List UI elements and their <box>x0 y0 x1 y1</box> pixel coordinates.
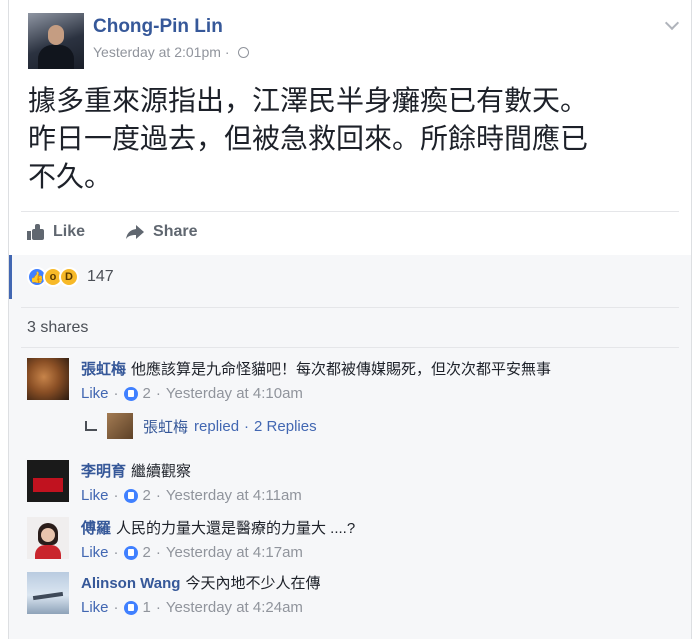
post-actions: Like Share <box>27 220 197 244</box>
like-count-icon <box>123 600 138 615</box>
comment-author[interactable]: 傅羅 <box>81 520 111 537</box>
avatar <box>107 413 133 439</box>
like-count-icon <box>123 488 138 503</box>
post-meta: Yesterday at 2:01pm · <box>93 44 249 60</box>
haha-reaction-icon: D <box>59 267 79 287</box>
comment-like-button[interactable]: Like <box>81 544 109 561</box>
post-text: 據多重來源指出，江澤民半身癱瘓已有數天。 昨日一度過去，但被急救回來。所餘時間應… <box>28 82 678 196</box>
avatar[interactable] <box>27 572 69 614</box>
share-button[interactable]: Share <box>125 220 197 244</box>
comment-like-button[interactable]: Like <box>81 487 109 504</box>
meta-separator: · <box>224 44 230 60</box>
post-text-line: 據多重來源指出，江澤民半身癱瘓已有數天。 <box>28 84 589 117</box>
shares-link[interactable]: 3 shares <box>27 319 88 337</box>
comment-like-count[interactable]: 1 <box>143 599 151 616</box>
comment-author[interactable]: Alinson Wang <box>81 575 180 592</box>
replies-link[interactable]: 張虹梅 replied · 2 Replies <box>85 413 317 439</box>
comment-item: Alinson Wang 今天內地不少人在傳 Like · 1 · Yesterday… <box>27 572 320 616</box>
comment-item: 張虹梅 他應該算是九命怪貓吧！每次都被傳媒賜死，但次次都平安無事 Like · 2 ·… <box>27 358 551 402</box>
divider <box>21 347 679 348</box>
post-card: Chong-Pin Lin Yesterday at 2:01pm · 據多重來… <box>8 0 692 639</box>
divider <box>21 211 679 212</box>
comment-like-count[interactable]: 2 <box>143 487 151 504</box>
comments-section: 👍 o D 147 3 shares 張虹梅 他應該算是九命怪貓吧！每次都被傳媒賜… <box>9 255 691 639</box>
avatar[interactable] <box>27 460 69 502</box>
share-label: Share <box>153 223 198 240</box>
reply-arrow-icon <box>85 421 97 431</box>
comment-author[interactable]: 李明育 <box>81 463 126 480</box>
post-text-line: 昨日一度過去，但被急救回來。所餘時間應已 <box>28 122 589 155</box>
like-count-icon <box>123 545 138 560</box>
comment-timestamp[interactable]: Yesterday at 4:11am <box>166 487 302 504</box>
comment-timestamp[interactable]: Yesterday at 4:17am <box>166 544 303 561</box>
comment-text: 今天內地不少人在傳 <box>185 575 321 592</box>
avatar[interactable] <box>27 358 69 400</box>
like-button[interactable]: Like <box>27 220 85 244</box>
comment-item: 李明育 繼續觀察 Like · 2 · Yesterday at 4:11am <box>27 460 302 504</box>
comment-item: 傅羅 人民的力量大還是醫療的力量大 ....? Like · 2 · Yesterda… <box>27 517 355 561</box>
thumbs-up-icon <box>27 223 45 241</box>
reply-author[interactable]: 張虹梅 <box>143 416 188 437</box>
reply-separator: · <box>244 417 250 435</box>
like-count-icon <box>123 386 138 401</box>
author-avatar[interactable] <box>28 13 84 69</box>
reactions-summary[interactable]: 👍 o D 147 <box>27 267 114 287</box>
author-name[interactable]: Chong-Pin Lin <box>93 16 223 38</box>
comment-timestamp[interactable]: Yesterday at 4:10am <box>166 385 303 402</box>
divider <box>21 307 679 308</box>
comment-author[interactable]: 張虹梅 <box>81 361 126 378</box>
post-timestamp[interactable]: Yesterday at 2:01pm <box>93 44 221 60</box>
comment-like-count[interactable]: 2 <box>143 385 151 402</box>
globe-icon[interactable] <box>237 46 249 58</box>
comment-text: 繼續觀察 <box>131 463 192 480</box>
reaction-count[interactable]: 147 <box>87 268 114 286</box>
comment-timestamp[interactable]: Yesterday at 4:24am <box>166 599 303 616</box>
comment-text: 他應該算是九命怪貓吧！每次都被傳媒賜死，但次次都平安無事 <box>131 361 552 378</box>
comment-like-button[interactable]: Like <box>81 599 109 616</box>
comment-like-button[interactable]: Like <box>81 385 109 402</box>
share-arrow-icon <box>126 225 145 239</box>
post-text-line: 不久。 <box>28 160 113 193</box>
like-label: Like <box>53 223 86 240</box>
comment-text: 人民的力量大還是醫療的力量大 ....? <box>116 520 356 537</box>
avatar[interactable] <box>27 517 69 559</box>
reply-action: replied <box>194 417 240 435</box>
focus-indicator <box>9 255 12 299</box>
reply-count[interactable]: 2 Replies <box>254 418 317 435</box>
chevron-down-icon[interactable] <box>664 15 680 31</box>
comment-like-count[interactable]: 2 <box>143 544 151 561</box>
